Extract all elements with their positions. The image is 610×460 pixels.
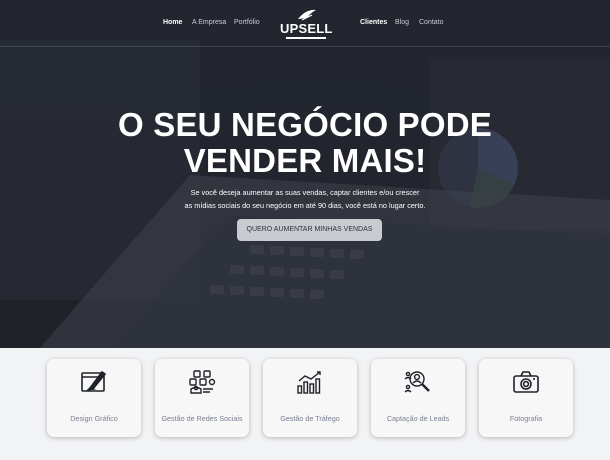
nav-contato[interactable]: Contato bbox=[419, 19, 444, 26]
hero-subtext: Se você deseja aumentar as suas vendas, … bbox=[150, 186, 460, 212]
headline-line-2: VENDER MAIS! bbox=[183, 142, 427, 179]
service-card-photo[interactable]: Fotografia bbox=[479, 359, 573, 437]
services-section: Design Gráfico Gestão de Redes Sociais G… bbox=[0, 348, 610, 460]
service-label: Design Gráfico bbox=[70, 414, 118, 423]
hero-section: Home A Empresa Portfólio UPSELL Clientes… bbox=[0, 0, 610, 348]
nav-clientes[interactable]: Clientes bbox=[360, 19, 387, 26]
headline-line-1: O SEU NEGÓCIO PODE bbox=[118, 106, 492, 143]
hero-headline: O SEU NEGÓCIO PODE VENDER MAIS! bbox=[80, 107, 530, 179]
service-card-traffic[interactable]: Gestão de Tráfego bbox=[263, 359, 357, 437]
logo-text: UPSELL bbox=[280, 21, 333, 36]
service-label: Gestão de Redes Sociais bbox=[161, 414, 243, 423]
nav-home[interactable]: Home bbox=[163, 19, 182, 26]
leads-search-icon bbox=[404, 371, 430, 393]
nav-portfolio[interactable]: Portfólio bbox=[234, 19, 260, 26]
camera-icon bbox=[513, 371, 539, 393]
cta-button[interactable]: QUERO AUMENTAR MINHAS VENDAS bbox=[237, 219, 382, 241]
subtext-line-1: Se você deseja aumentar as suas vendas, … bbox=[190, 188, 420, 197]
top-navigation: Home A Empresa Portfólio UPSELL Clientes… bbox=[0, 0, 610, 47]
logo-underline bbox=[286, 37, 326, 39]
service-label: Captação de Leads bbox=[386, 414, 450, 423]
service-label: Fotografia bbox=[509, 414, 543, 423]
service-card-social[interactable]: Gestão de Redes Sociais bbox=[155, 359, 249, 437]
service-card-leads[interactable]: Captação de Leads bbox=[371, 359, 465, 437]
service-label: Gestão de Tráfego bbox=[280, 414, 340, 423]
nav-blog[interactable]: Blog bbox=[395, 19, 409, 26]
traffic-chart-icon bbox=[297, 371, 321, 394]
design-icon bbox=[81, 370, 107, 392]
upsell-logo[interactable]: UPSELL bbox=[280, 7, 332, 41]
subtext-line-2: as mídias sociais do seu negócio em até … bbox=[184, 201, 426, 210]
nav-a-empresa[interactable]: A Empresa bbox=[192, 19, 226, 26]
social-network-icon bbox=[189, 370, 216, 394]
service-card-design[interactable]: Design Gráfico bbox=[47, 359, 141, 437]
